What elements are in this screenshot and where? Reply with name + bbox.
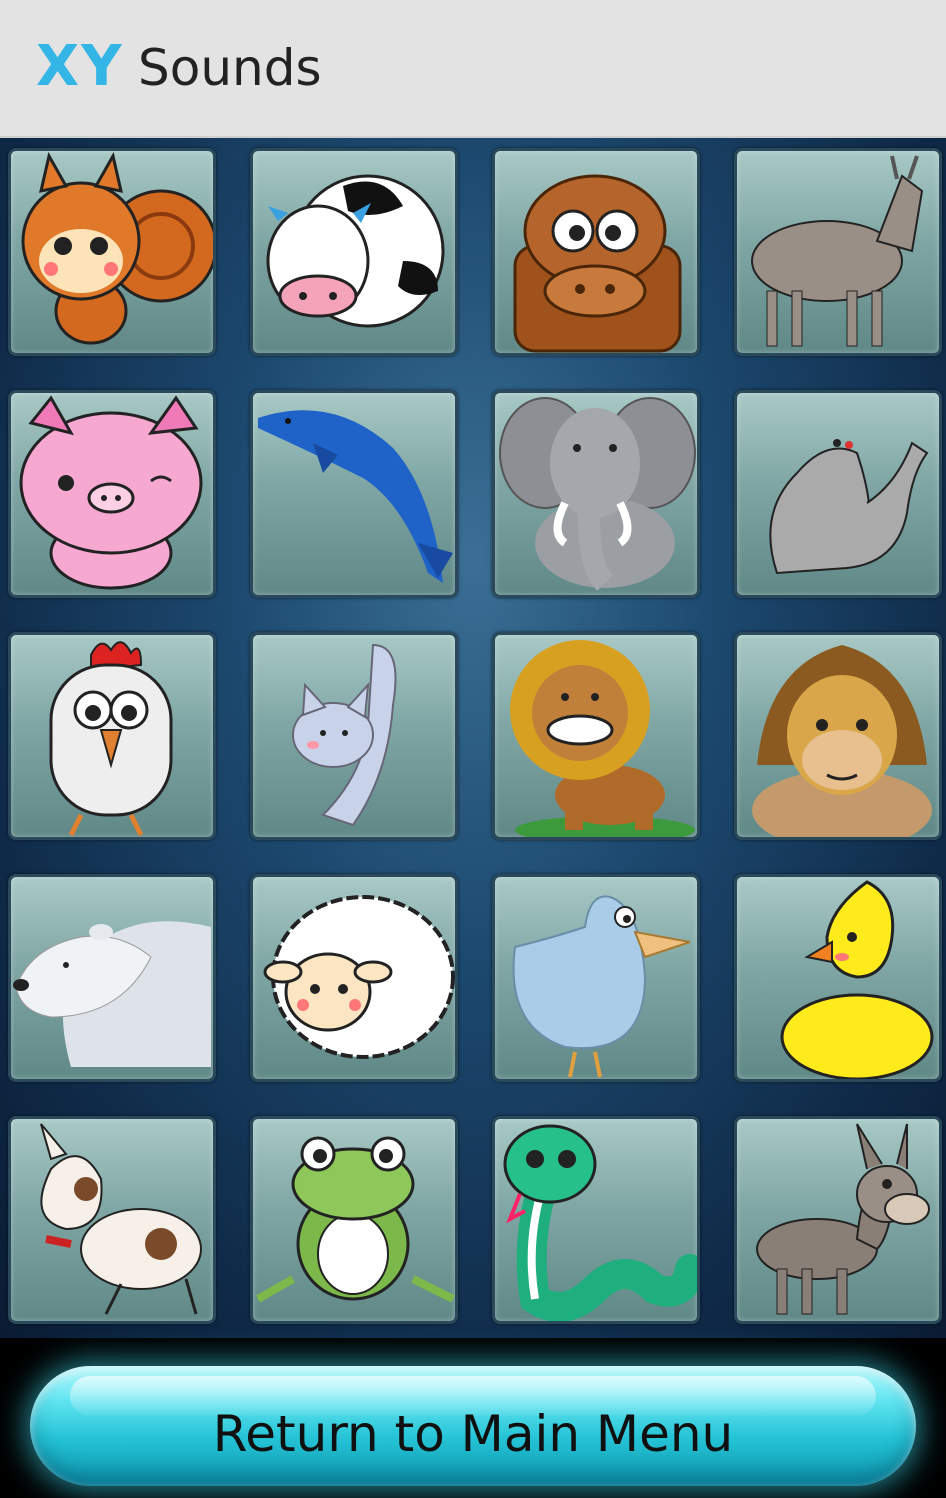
lion-icon (510, 640, 695, 837)
return-to-main-menu-button[interactable]: Return to Main Menu (30, 1366, 916, 1486)
animal-tile-goat[interactable] (734, 148, 942, 356)
animal-tile-donkey[interactable] (734, 1116, 942, 1324)
app-logo[interactable]: XY (36, 32, 124, 102)
animal-tile-polar-bear[interactable] (8, 874, 216, 1082)
cow-icon (266, 174, 445, 328)
animal-tile-rooster[interactable] (8, 632, 216, 840)
animal-tile-squirrel[interactable] (8, 148, 216, 356)
footer-bar: Return to Main Menu (0, 1338, 946, 1498)
frog-icon (256, 1136, 455, 1303)
animal-tile-dog[interactable] (8, 1116, 216, 1324)
animal-tile-elephant[interactable] (492, 390, 700, 598)
donkey-icon (756, 1123, 930, 1315)
animal-tile-bird[interactable] (492, 874, 700, 1082)
animal-tile-pig[interactable] (8, 390, 216, 598)
snake-icon (503, 1124, 697, 1321)
hippo-icon (513, 174, 682, 353)
animal-tile-monkey[interactable] (734, 632, 942, 840)
cat-icon (292, 643, 397, 827)
elephant-icon (499, 397, 696, 591)
animal-tile-cow[interactable] (250, 148, 458, 356)
animal-tile-dolphin[interactable] (250, 390, 458, 598)
animal-tile-cat[interactable] (250, 632, 458, 840)
pig-icon (19, 395, 203, 590)
animal-tile-seal[interactable] (734, 390, 942, 598)
goat-icon (751, 155, 924, 347)
animal-tile-frog[interactable] (250, 1116, 458, 1324)
bird-icon (512, 895, 691, 1078)
animal-tile-lion[interactable] (492, 632, 700, 840)
action-bar: XY Sounds (0, 0, 946, 138)
squirrel-icon (21, 151, 213, 345)
animal-tile-hippo[interactable] (492, 148, 700, 356)
dolphin-icon (258, 410, 453, 583)
seal-icon (769, 439, 929, 575)
rooster-icon (49, 641, 173, 837)
page-title: Sounds (138, 39, 322, 97)
dog-icon (40, 1123, 202, 1315)
monkey-icon (752, 645, 932, 837)
duck-icon (780, 880, 934, 1079)
polar-bear-icon (13, 921, 211, 1067)
animal-tile-snake[interactable] (492, 1116, 700, 1324)
animal-tile-sheep[interactable] (250, 874, 458, 1082)
animal-grid (0, 138, 946, 1338)
animal-tile-duck[interactable] (734, 874, 942, 1082)
sheep-icon (263, 895, 455, 1059)
return-button-label: Return to Main Menu (212, 1405, 734, 1463)
